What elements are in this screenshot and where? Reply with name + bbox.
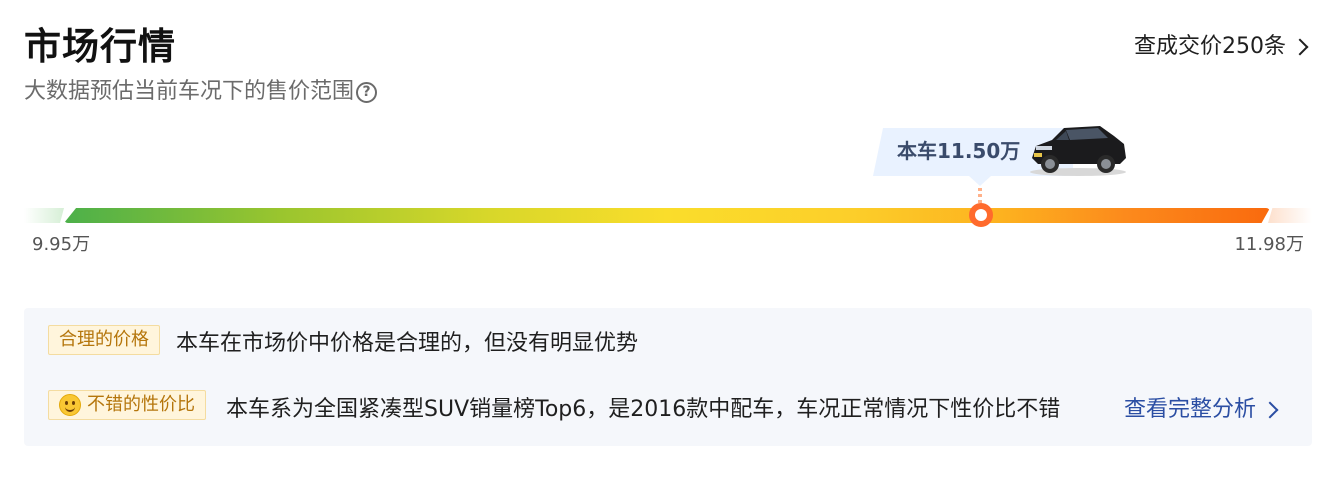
page-title: 市场行情 [24, 25, 176, 68]
value-tag: 不错的性价比 [48, 390, 206, 420]
deal-price-link[interactable]: 查成交价250条 [1134, 31, 1310, 63]
max-price-label: 11.98万 [1234, 234, 1304, 255]
smile-icon [59, 394, 81, 416]
reasonable-price-tag: 合理的价格 [48, 325, 160, 355]
reasonable-price-tag-label: 合理的价格 [59, 329, 149, 350]
subtitle-text: 大数据预估当前车况下的售价范围 [24, 79, 355, 104]
car-image [1030, 126, 1126, 176]
chevron-right-icon [1261, 401, 1279, 419]
price-analysis-text: 本车在市场价中价格是合理的，但没有明显优势 [176, 331, 639, 356]
help-icon[interactable]: ? [356, 81, 378, 103]
price-bar-right-fade [1268, 208, 1312, 223]
current-price-label: 本车11.50万 [897, 139, 1021, 163]
current-price-marker [969, 203, 993, 227]
value-analysis-text: 本车系为全国紧凑型SUV销量榜Top6，是2016款中配车，车况正常情况下性价比… [226, 397, 1061, 422]
price-range-bar [64, 208, 1270, 223]
value-tag-label: 不错的性价比 [87, 394, 195, 415]
min-price-label: 9.95万 [32, 234, 91, 255]
chevron-right-icon [1291, 38, 1309, 56]
subtitle: 大数据预估当前车况下的售价范围 ? [24, 76, 378, 108]
full-analysis-link-label: 查看完整分析 [1124, 397, 1257, 422]
deal-price-link-label: 查成交价250条 [1134, 34, 1286, 59]
bubble-tail [969, 176, 991, 186]
price-bar-left-fade [24, 208, 64, 223]
full-analysis-link[interactable]: 查看完整分析 [1124, 393, 1280, 427]
marker-dash-line [978, 188, 982, 204]
